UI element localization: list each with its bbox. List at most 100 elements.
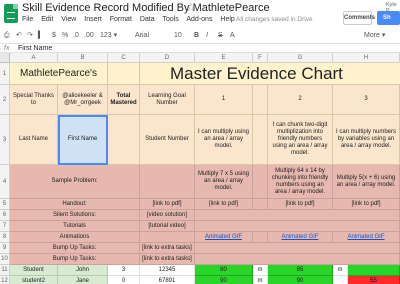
row-header[interactable]: 2 [0, 85, 10, 115]
silent-solutions-label[interactable]: Silent Solutions: [10, 210, 140, 221]
menu-help[interactable]: Help [220, 16, 234, 23]
row-header[interactable]: 5 [0, 199, 10, 210]
goal-description-2[interactable]: I can chunk two-digit multiplization int… [268, 115, 333, 165]
select-all-corner[interactable] [0, 53, 10, 63]
italic-button[interactable]: I [206, 29, 208, 42]
goal-number-1[interactable]: 1 [195, 85, 253, 115]
learning-goal-number-header[interactable]: Learning Goal Number [140, 85, 195, 115]
cell[interactable] [253, 165, 268, 199]
menu-format[interactable]: Format [110, 16, 132, 23]
star-icon[interactable]: ☆ [186, 1, 196, 14]
menu-view[interactable]: View [61, 16, 76, 23]
strikethrough-button[interactable]: S [218, 29, 223, 42]
extra-tasks-link[interactable]: [link to extra tasks] [140, 254, 195, 265]
sample-problem-label[interactable]: Sample Problem: [10, 165, 140, 199]
comments-button[interactable]: Comments [343, 11, 375, 25]
student-total-mastered[interactable]: 0 [108, 276, 140, 284]
column-header-a[interactable]: A [10, 53, 58, 63]
student-last-name[interactable]: Student [10, 265, 58, 276]
cell[interactable] [253, 199, 268, 210]
bold-button[interactable]: B [194, 29, 199, 42]
student-number[interactable]: 12345 [140, 265, 195, 276]
paint-format-icon[interactable]: ▍ [38, 29, 43, 42]
score-cell-mastered[interactable]: 85 [268, 265, 333, 276]
row-header[interactable]: 10 [0, 254, 10, 265]
handout-link-3[interactable]: [link to pdf] [333, 199, 400, 210]
mastery-flag[interactable]: m [253, 276, 268, 284]
student-first-name[interactable]: Jane [58, 276, 108, 284]
score-cell-mastered[interactable]: 80 [195, 265, 253, 276]
cell[interactable] [253, 232, 268, 243]
formula-bar-value[interactable]: First Name [18, 44, 52, 53]
bump-up-tasks-label[interactable]: Bump Up Tasks: [10, 243, 140, 254]
special-thanks-label[interactable]: Special Thanks to [10, 85, 58, 115]
animations-label[interactable]: Animations [10, 232, 140, 243]
extra-tasks-link[interactable]: [link to extra tasks] [140, 243, 195, 254]
bump-up-tasks-label[interactable]: Bump Up Tasks: [10, 254, 140, 265]
last-name-header[interactable]: Last Name [10, 115, 58, 165]
menu-data[interactable]: Data [140, 16, 155, 23]
number-format-dropdown[interactable]: 123 ▾ [100, 29, 117, 42]
special-thanks-names[interactable]: @alicekeeler & @Mr_orrgeek [58, 85, 108, 115]
score-cell-mastered[interactable]: 90 [268, 276, 333, 284]
sample-problem-2[interactable]: Multiply 64 x 14 by chunking into friend… [268, 165, 333, 199]
handout-link-1[interactable]: [link to pdf] [195, 199, 253, 210]
menu-file[interactable]: File [22, 16, 33, 23]
more-button[interactable]: More ▾ [364, 29, 385, 42]
cell[interactable] [253, 85, 268, 115]
row-header[interactable]: 12 [0, 276, 10, 284]
score-cell-mastered[interactable] [348, 265, 400, 276]
menu-addons[interactable]: Add-ons [186, 16, 212, 23]
column-header-b[interactable]: B [58, 53, 108, 63]
row-header[interactable]: 8 [0, 232, 10, 243]
tutorials-label[interactable]: Tutorials [10, 221, 140, 232]
goal-number-2[interactable]: 2 [268, 85, 333, 115]
undo-icon[interactable]: ↶ [16, 29, 22, 42]
animated-gif-link-2[interactable]: Animated GIF [268, 232, 333, 243]
student-total-mastered[interactable]: 3 [108, 265, 140, 276]
mastery-flag[interactable]: m [253, 265, 268, 276]
column-header-c[interactable]: C [108, 53, 140, 63]
sample-problem-3[interactable]: Multiply 5(x + 6) using an area / array … [333, 165, 400, 199]
font-family-dropdown[interactable]: Arial [135, 29, 149, 42]
column-header-h[interactable]: H [333, 53, 400, 63]
first-name-header[interactable]: First Name [58, 115, 108, 165]
share-button[interactable]: Sh [377, 11, 400, 25]
text-color-button[interactable]: A [230, 29, 235, 42]
goal-description-3[interactable]: I can multiply numbers by variables usin… [333, 115, 400, 165]
cell[interactable] [195, 254, 400, 265]
goal-description-1[interactable]: I can multiply using an area / array mod… [195, 115, 253, 165]
font-size-dropdown[interactable]: 10 [174, 29, 182, 42]
menu-tools[interactable]: Tools [162, 16, 178, 23]
cell[interactable] [195, 243, 400, 254]
percent-button[interactable]: % [62, 29, 68, 42]
handout-link-2[interactable]: [link to pdf] [268, 199, 333, 210]
menu-insert[interactable]: Insert [84, 16, 102, 23]
student-first-name[interactable]: John [58, 265, 108, 276]
mastery-flag[interactable]: m [333, 265, 348, 276]
goal-number-3[interactable]: 3 [333, 85, 400, 115]
cell[interactable] [333, 276, 348, 284]
print-icon[interactable]: ⎙ [4, 29, 10, 42]
video-solution-link[interactable]: [video solution] [140, 210, 195, 221]
document-title[interactable]: Skill Evidence Record Modified By Mathle… [22, 2, 270, 14]
row-header[interactable]: 11 [0, 265, 10, 276]
chart-title-cell[interactable]: Master Evidence Chart [168, 63, 400, 85]
student-number[interactable]: 67891 [140, 276, 195, 284]
sheet-owner-cell[interactable]: MathletePearce's [10, 63, 108, 85]
row-header[interactable]: 7 [0, 221, 10, 232]
cell[interactable] [195, 210, 400, 221]
row-header[interactable]: 9 [0, 243, 10, 254]
formula-bar[interactable]: fx First Name [0, 43, 400, 53]
handout-label[interactable]: Handout: [10, 199, 140, 210]
cell[interactable] [195, 221, 400, 232]
sheets-logo-icon[interactable] [4, 4, 18, 23]
menu-edit[interactable]: Edit [41, 16, 53, 23]
cell[interactable] [108, 115, 140, 165]
column-header-g[interactable]: G [268, 53, 333, 63]
row-header[interactable]: 4 [0, 165, 10, 199]
cell[interactable] [140, 165, 195, 199]
row-header[interactable]: 1 [0, 63, 10, 85]
student-last-name[interactable]: student2 [10, 276, 58, 284]
increase-decimal-button[interactable]: .00 [84, 29, 94, 42]
